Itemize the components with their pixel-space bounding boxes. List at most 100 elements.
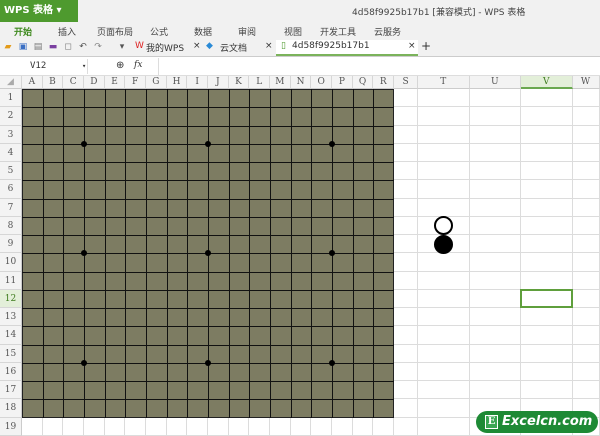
column-header-P[interactable]: P bbox=[332, 76, 353, 89]
name-box[interactable]: V12 ▾ bbox=[0, 59, 88, 74]
row-header-6[interactable]: 6 bbox=[0, 180, 22, 199]
close-tab-icon[interactable]: × bbox=[193, 41, 201, 51]
column-header-B[interactable]: B bbox=[42, 76, 64, 89]
row-header-1[interactable]: 1 bbox=[0, 89, 22, 108]
column-header-S[interactable]: S bbox=[394, 76, 419, 89]
selected-cell[interactable] bbox=[520, 288, 573, 308]
column-header-K[interactable]: K bbox=[228, 76, 250, 89]
board-line bbox=[22, 180, 395, 182]
column-gridline bbox=[417, 89, 419, 435]
board-line bbox=[22, 381, 395, 382]
menu-tab-5[interactable]: 审阅 bbox=[238, 25, 256, 38]
row-header-7[interactable]: 7 bbox=[0, 198, 22, 217]
close-tab-icon[interactable]: × bbox=[265, 41, 273, 51]
row-header-5[interactable]: 5 bbox=[0, 162, 22, 181]
tab-cloud-docs[interactable]: 云文档 bbox=[220, 41, 247, 54]
row-header-18[interactable]: 18 bbox=[0, 399, 22, 418]
column-header-D[interactable]: D bbox=[84, 76, 105, 89]
spreadsheet-grid[interactable]: ◢ A B C D E F G H I J K L M N O P Q R S T U V W 1 2 3 4 5 6 7 8 9 10 11 12 1… bbox=[0, 76, 600, 436]
row-header-11[interactable]: 11 bbox=[0, 271, 22, 290]
watermark-letter: E bbox=[485, 415, 498, 429]
column-header-Q[interactable]: Q bbox=[352, 76, 374, 89]
board-line bbox=[22, 326, 395, 328]
save-icon[interactable]: ▣ bbox=[18, 42, 28, 52]
menu-tab-1[interactable]: 插入 bbox=[58, 25, 76, 38]
undo-icon[interactable]: ↶ bbox=[78, 42, 88, 52]
board-line bbox=[22, 125, 395, 127]
name-box-value: V12 bbox=[30, 61, 47, 71]
board-line bbox=[22, 271, 395, 273]
title-bar: WPS 表格 ▾ 4d58f9925b17b1 [兼容模式] - WPS 表格 bbox=[0, 0, 600, 22]
board-line bbox=[22, 399, 395, 401]
column-header-R[interactable]: R bbox=[373, 76, 395, 89]
column-header-C[interactable]: C bbox=[63, 76, 84, 89]
row-header-14[interactable]: 14 bbox=[0, 326, 22, 345]
column-header-T[interactable]: T bbox=[418, 76, 470, 89]
row-header-8[interactable]: 8 bbox=[0, 216, 22, 235]
board-line bbox=[22, 162, 395, 163]
column-gridline bbox=[468, 89, 470, 435]
menu-tab-6[interactable]: 视图 bbox=[284, 25, 302, 38]
column-header-E[interactable]: E bbox=[104, 76, 126, 89]
preview-icon[interactable]: ◻ bbox=[63, 42, 73, 52]
row-header-2[interactable]: 2 bbox=[0, 107, 22, 126]
column-header-H[interactable]: H bbox=[166, 76, 188, 89]
row-header-19[interactable]: 19 bbox=[0, 417, 22, 436]
row-header-13[interactable]: 13 bbox=[0, 308, 22, 327]
column-header-A[interactable]: A bbox=[22, 76, 43, 89]
board-line bbox=[22, 216, 395, 218]
column-header-F[interactable]: F bbox=[125, 76, 146, 89]
fx-button[interactable]: fx bbox=[134, 60, 142, 70]
close-tab-icon[interactable]: × bbox=[408, 41, 416, 51]
dropdown-icon[interactable]: ▾ bbox=[117, 42, 127, 52]
column-header-W[interactable]: W bbox=[572, 76, 600, 89]
menu-tab-0[interactable]: 开始 bbox=[14, 25, 32, 38]
star-point bbox=[205, 359, 212, 366]
row-header-10[interactable]: 10 bbox=[0, 253, 22, 272]
row-header-16[interactable]: 16 bbox=[0, 362, 22, 381]
column-header-J[interactable]: J bbox=[208, 76, 229, 89]
row-header-9[interactable]: 9 bbox=[0, 235, 22, 254]
tab-my-wps[interactable]: 我的WPS bbox=[146, 41, 184, 54]
star-point bbox=[81, 140, 87, 147]
column-header-V[interactable]: V bbox=[521, 76, 573, 89]
column-header-I[interactable]: I bbox=[187, 76, 209, 89]
row-header-12[interactable]: 12 bbox=[0, 289, 22, 308]
menu-tab-3[interactable]: 公式 bbox=[150, 25, 168, 38]
new-tab-icon[interactable]: + bbox=[421, 39, 431, 53]
column-header-M[interactable]: M bbox=[270, 76, 291, 89]
column-gridline bbox=[571, 89, 573, 435]
wps-logo-icon: W bbox=[135, 41, 144, 51]
redo-icon[interactable]: ↷ bbox=[93, 42, 103, 52]
open-icon[interactable]: ▰ bbox=[3, 42, 13, 52]
print-icon[interactable]: ▬ bbox=[48, 42, 58, 52]
menu-tab-2[interactable]: 页面布局 bbox=[97, 25, 133, 38]
menu-tab-8[interactable]: 云服务 bbox=[374, 25, 401, 38]
select-all-corner[interactable]: ◢ bbox=[0, 76, 22, 89]
black-stone bbox=[434, 234, 454, 254]
zoom-function-icon[interactable]: ⊕ bbox=[116, 60, 124, 71]
board-line bbox=[22, 344, 395, 346]
cloud-doc-icon: ◆ bbox=[206, 41, 213, 51]
row-header-4[interactable]: 4 bbox=[0, 143, 22, 162]
column-header-U[interactable]: U bbox=[469, 76, 522, 89]
formula-bar: V12 ▾ ⊕ fx bbox=[0, 58, 600, 76]
watermark-logo: E Excelcn.com bbox=[476, 411, 598, 433]
export-icon[interactable]: ▤ bbox=[33, 42, 43, 52]
app-name: WPS 表格 bbox=[4, 5, 54, 16]
row-header-17[interactable]: 17 bbox=[0, 381, 22, 400]
star-point bbox=[205, 140, 212, 147]
tab-document-label[interactable]: 4d58f9925b17b1 bbox=[292, 41, 370, 51]
app-menu-button[interactable]: WPS 表格 ▾ bbox=[0, 0, 78, 22]
column-header-O[interactable]: O bbox=[311, 76, 333, 89]
row-header-3[interactable]: 3 bbox=[0, 125, 22, 144]
column-header-G[interactable]: G bbox=[146, 76, 167, 89]
menu-tab-7[interactable]: 开发工具 bbox=[320, 25, 356, 38]
column-header-L[interactable]: L bbox=[249, 76, 271, 89]
column-header-N[interactable]: N bbox=[290, 76, 312, 89]
board-line bbox=[22, 107, 395, 109]
formula-input[interactable] bbox=[158, 58, 600, 75]
window-title: 4d58f9925b17b1 [兼容模式] - WPS 表格 bbox=[352, 8, 526, 18]
row-header-15[interactable]: 15 bbox=[0, 344, 22, 363]
menu-tab-4[interactable]: 数据 bbox=[194, 25, 212, 38]
